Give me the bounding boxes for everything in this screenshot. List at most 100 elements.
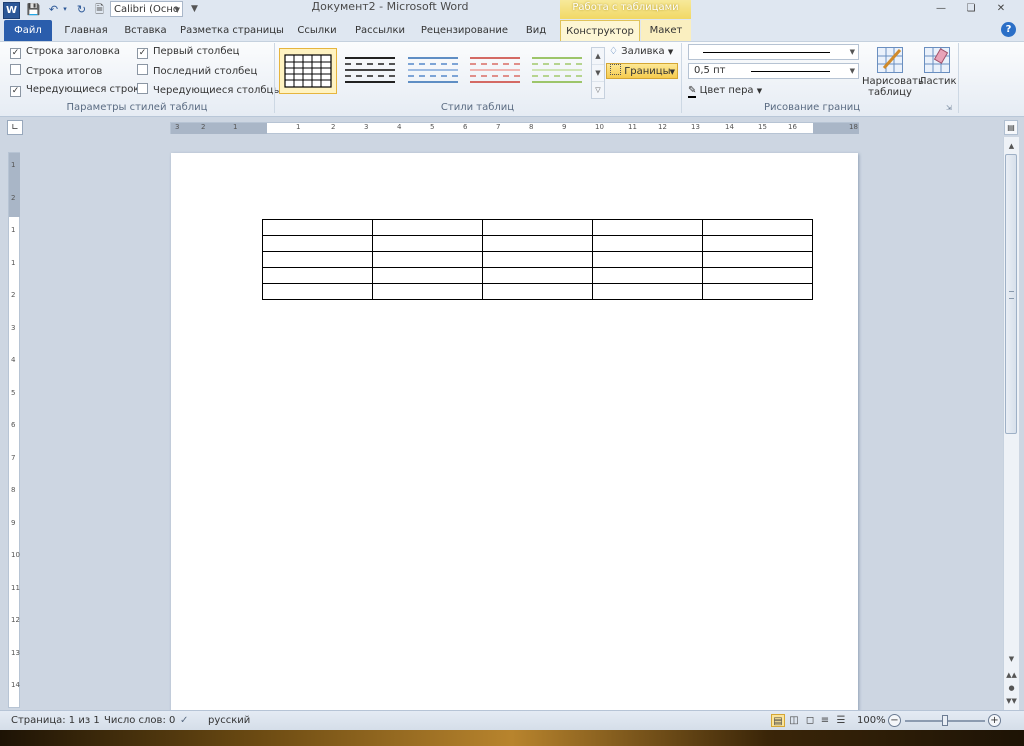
previous-page-icon[interactable]: ▲▲ xyxy=(1004,668,1019,682)
table-cell[interactable] xyxy=(372,219,483,236)
close-icon[interactable]: ✕ xyxy=(992,2,1010,16)
shading-button[interactable]: ♢ Заливка ▼ xyxy=(609,44,673,60)
document-page[interactable] xyxy=(171,153,858,713)
banded-rows-checkbox[interactable]: ✓ Чередующиеся строки xyxy=(10,83,146,97)
table-cell[interactable] xyxy=(592,235,703,252)
help-icon[interactable]: ? xyxy=(1001,22,1016,37)
table-cell[interactable] xyxy=(372,251,483,268)
tab-references[interactable]: Ссылки xyxy=(291,20,343,41)
zoom-in-icon[interactable]: + xyxy=(988,714,1001,727)
font-name-box[interactable]: Calibri (Осно ▼ xyxy=(110,1,183,17)
tab-file[interactable]: Файл xyxy=(4,20,52,41)
view-ruler-icon[interactable]: ▤ xyxy=(1004,120,1018,135)
tab-mailings[interactable]: Рассылки xyxy=(351,20,409,41)
scroll-down-icon[interactable]: ▼ xyxy=(1004,652,1019,666)
tab-home[interactable]: Главная xyxy=(60,20,112,41)
table-cell[interactable] xyxy=(702,251,813,268)
table-cell[interactable] xyxy=(262,251,373,268)
scroll-up-icon[interactable]: ▲ xyxy=(592,48,604,65)
table-cell[interactable] xyxy=(262,283,373,300)
banded-columns-checkbox[interactable]: Чередующиеся столбцы xyxy=(137,83,281,97)
table-style-green[interactable] xyxy=(528,48,586,94)
zoom-level[interactable]: 100% xyxy=(857,711,886,731)
table-cell[interactable] xyxy=(702,267,813,284)
scroll-up-icon[interactable]: ▲ xyxy=(1004,139,1019,153)
save-icon[interactable]: 💾 xyxy=(26,2,41,17)
table-cell[interactable] xyxy=(372,283,483,300)
restore-icon[interactable]: ❏ xyxy=(962,2,980,16)
draft-icon[interactable]: ☰ xyxy=(834,714,848,727)
zoom-out-icon[interactable]: − xyxy=(888,714,901,727)
ruler-number: 3 xyxy=(175,123,180,131)
tab-insert[interactable]: Вставка xyxy=(119,20,172,41)
tab-selector[interactable]: ∟ xyxy=(7,120,23,135)
table-style-grid[interactable] xyxy=(279,48,337,94)
borders-button[interactable]: Границы ▼ xyxy=(606,63,678,79)
web-layout-icon[interactable]: ◻ xyxy=(803,714,817,727)
outline-icon[interactable]: ≡ xyxy=(818,714,832,727)
table-cell[interactable] xyxy=(702,235,813,252)
table-cell[interactable] xyxy=(262,267,373,284)
pen-color-button[interactable]: ✎ Цвет пера ▼ xyxy=(688,83,762,99)
table-cell[interactable] xyxy=(482,267,593,284)
table-style-red[interactable] xyxy=(466,48,524,94)
tab-review[interactable]: Рецензирование xyxy=(417,20,512,41)
vertical-scrollbar[interactable]: ▲ ▼ ▲▲ ● ▼▼ xyxy=(1003,137,1019,710)
table-cell[interactable] xyxy=(482,251,593,268)
shading-label: Заливка xyxy=(621,46,665,57)
dialog-launcher-icon[interactable]: ⇲ xyxy=(946,104,952,112)
full-screen-reading-icon[interactable]: ◫ xyxy=(787,714,801,727)
tab-view[interactable]: Вид xyxy=(520,20,552,41)
table-cell[interactable] xyxy=(262,235,373,252)
table-cell[interactable] xyxy=(482,235,593,252)
draw-table-button[interactable]: Нарисовать таблицу xyxy=(862,47,924,98)
vertical-ruler[interactable]: 1 2 1 1 2 3 4 5 6 7 8 9 10 11 12 13 14 xyxy=(8,152,20,708)
scrollbar-thumb[interactable] xyxy=(1005,154,1017,434)
first-column-checkbox[interactable]: ✓ Первый столбец xyxy=(137,45,239,59)
browse-object-icon[interactable]: ● xyxy=(1004,681,1019,695)
proofing-icon[interactable]: ✓ xyxy=(180,711,188,731)
tab-page-layout[interactable]: Разметка страницы xyxy=(180,20,284,41)
total-row-checkbox[interactable]: Строка итогов xyxy=(10,64,102,78)
table-cell[interactable] xyxy=(592,283,703,300)
undo-icon[interactable]: ↶ xyxy=(46,2,61,17)
table-cell[interactable] xyxy=(482,283,593,300)
table-cell[interactable] xyxy=(372,267,483,284)
table-cell[interactable] xyxy=(592,251,703,268)
gallery-more-icon[interactable]: ▽ xyxy=(592,82,604,98)
table-cell[interactable] xyxy=(372,235,483,252)
language-indicator[interactable]: русский xyxy=(208,711,250,731)
table-cell[interactable] xyxy=(262,219,373,236)
zoom-slider-thumb[interactable] xyxy=(942,715,948,726)
gallery-scroll[interactable]: ▲ ▼ ▽ xyxy=(591,47,605,99)
table-style-blue[interactable] xyxy=(404,48,462,94)
last-column-checkbox[interactable]: Последний столбец xyxy=(137,64,257,78)
redo-icon[interactable]: ↻ xyxy=(74,2,89,17)
undo-dropdown-icon[interactable]: ▾ xyxy=(61,2,69,17)
scroll-down-icon[interactable]: ▼ xyxy=(592,65,604,82)
table-cell[interactable] xyxy=(592,267,703,284)
next-page-icon[interactable]: ▼▼ xyxy=(1004,694,1019,708)
table-cell[interactable] xyxy=(592,219,703,236)
horizontal-ruler[interactable]: 3 2 1 1 2 3 4 5 6 7 8 9 10 11 12 13 14 15 16 18 xyxy=(170,122,859,134)
table-cell[interactable] xyxy=(702,219,813,236)
ruler-number: 4 xyxy=(11,356,16,364)
ruler-number: 5 xyxy=(11,388,16,397)
pen-weight-dropdown[interactable]: 0,5 пт ▼ xyxy=(688,63,859,79)
new-document-icon[interactable]: 🗎 xyxy=(92,2,107,17)
header-row-checkbox[interactable]: ✓ Строка заголовка xyxy=(10,45,120,59)
table-style-plain[interactable] xyxy=(341,48,399,94)
tab-layout[interactable]: Макет xyxy=(641,20,691,41)
pen-style-dropdown[interactable]: ▼ xyxy=(688,44,859,60)
print-layout-icon[interactable]: ▤ xyxy=(771,714,785,727)
word-count[interactable]: Число слов: 0 xyxy=(104,711,175,731)
eraser-button[interactable]: Ластик xyxy=(919,47,957,87)
table-cell[interactable] xyxy=(702,283,813,300)
customize-toolbar-icon[interactable]: ▼ xyxy=(187,2,202,17)
word-app-icon[interactable]: W xyxy=(3,2,20,19)
minimize-icon[interactable]: — xyxy=(932,2,950,16)
tab-design[interactable]: Конструктор xyxy=(560,20,640,41)
page-count[interactable]: Страница: 1 из 1 xyxy=(11,711,100,731)
table-cell[interactable] xyxy=(482,219,593,236)
document-table[interactable] xyxy=(262,219,813,300)
